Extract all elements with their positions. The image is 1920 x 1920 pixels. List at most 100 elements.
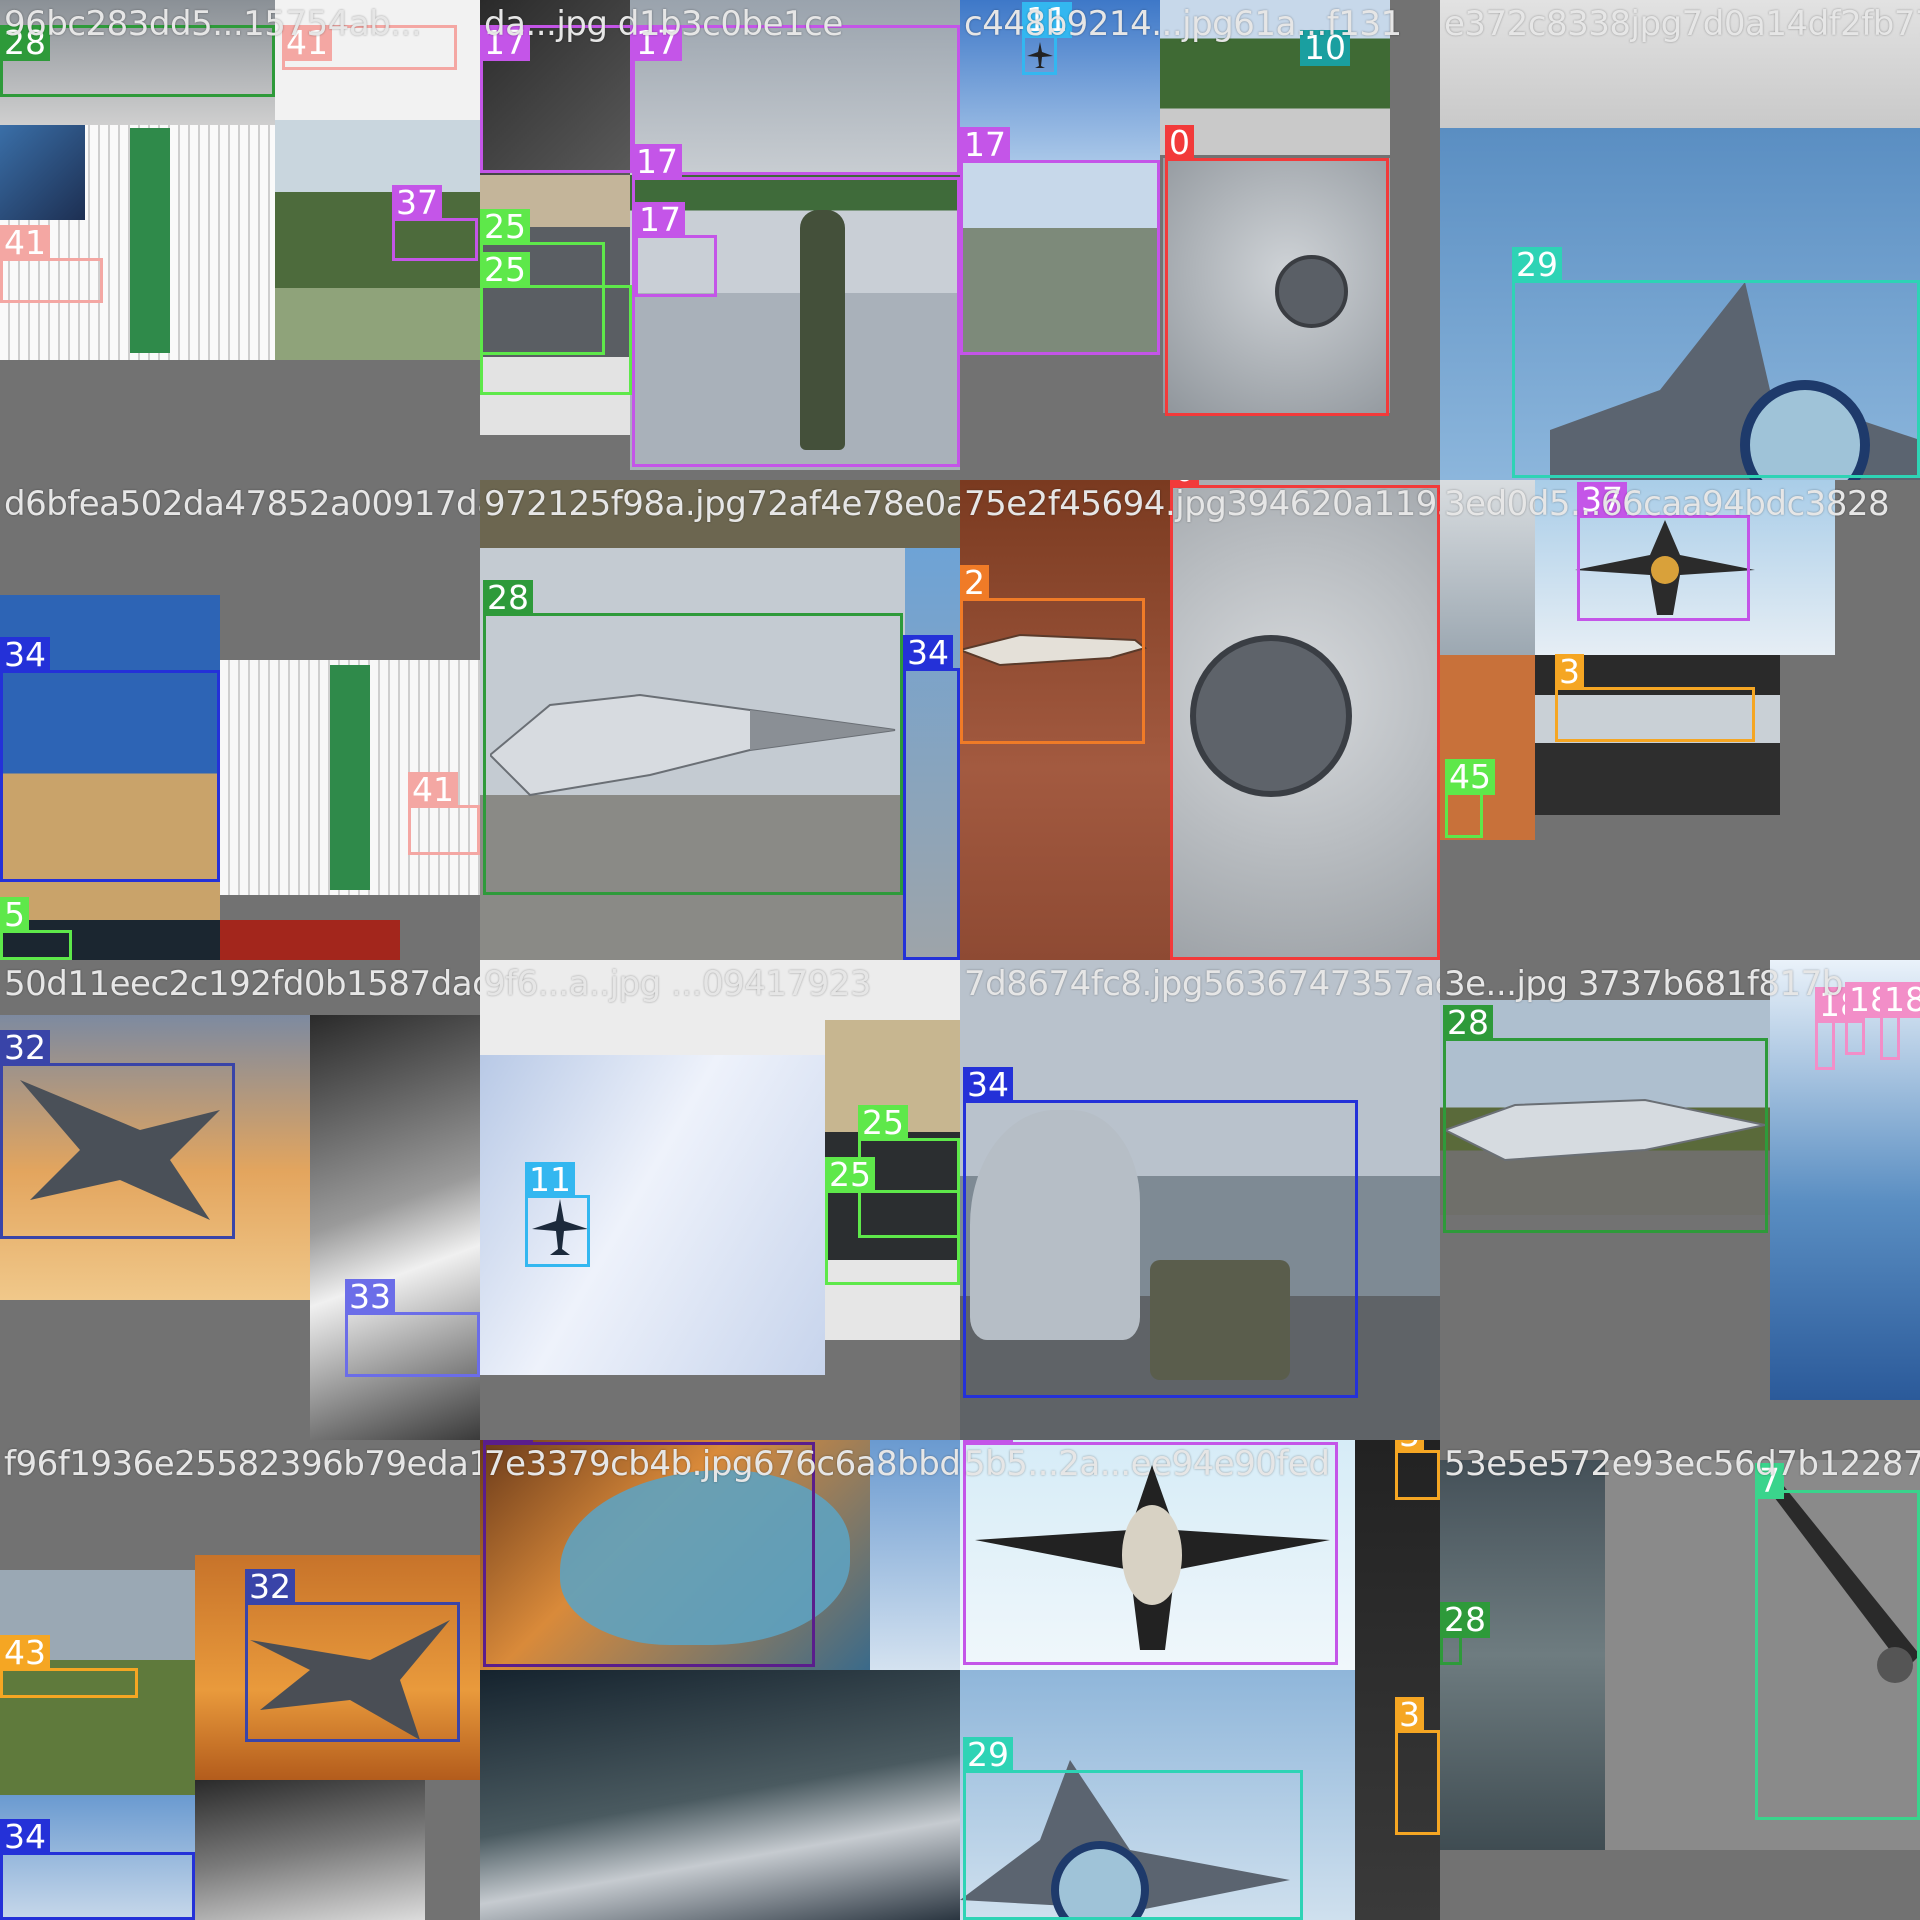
detection-box: 25	[480, 252, 632, 395]
tile-filename: 96bc283dd5...15754ab...	[4, 4, 422, 44]
detection-box: 17	[480, 25, 633, 173]
detection-box: 3	[1395, 1697, 1440, 1835]
detection-box: 18	[1845, 982, 1895, 1055]
class-label: 25	[480, 252, 530, 288]
detection-box: 34	[0, 637, 220, 882]
tile-filename: 7d8674fc8.jpg5636747357ae8	[964, 964, 1440, 1004]
class-label: 41	[0, 225, 50, 261]
mountain-photo	[195, 1780, 425, 1920]
class-label: 34	[963, 1067, 1013, 1103]
cockpit-photo	[1355, 1440, 1440, 1920]
tile-filename: 7e3379cb4b.jpg676c6a8bbd9	[484, 1444, 960, 1484]
tile-filename: 53e5e572e93ec56d7b122870	[1444, 1444, 1920, 1484]
tile-filename: 5b5...2a...ee94e90fed	[964, 1444, 1330, 1484]
class-label: 28	[1443, 1005, 1493, 1041]
mosaic-tile-7: 75e2f45694.jpg394620a1193 2 0	[960, 480, 1440, 960]
detection-box: 34	[903, 635, 960, 960]
mosaic-tile-16: 53e5e572e93ec56d7b122870 7 28	[1440, 1440, 1920, 1920]
class-label: 28	[483, 580, 533, 616]
class-label: 17	[632, 144, 682, 180]
dark-sky-photo	[1440, 1460, 1605, 1850]
tile-filename: 3e...jpg 3737b681f817b	[1444, 964, 1843, 1004]
class-label: 3	[1395, 1440, 1424, 1453]
class-label: 43	[0, 1635, 50, 1671]
class-label: 32	[0, 1030, 50, 1066]
detection-box: 17	[635, 202, 717, 297]
tile-filename: f96f1936e25582396b79eda1	[4, 1444, 480, 1484]
detection-box: 0	[1170, 480, 1440, 960]
mosaic-tile-2: da...jpg d1b3c0be1ce 17 17 17 17 25 25	[480, 0, 960, 480]
class-label: 32	[245, 1569, 295, 1605]
mosaic-tile-9: 50d11eec2c192fd0b1587dac 32 33	[0, 960, 480, 1440]
mosaic-tile-4: e372c8338jpg7d0a14df2fb77 29	[1440, 0, 1920, 480]
class-label: 17	[635, 202, 685, 238]
tile-filename: 9f6...a..jpg ...09417923	[484, 964, 872, 1004]
detection-box: 17	[960, 127, 1160, 355]
class-label: 11	[525, 1162, 575, 1198]
class-label: 34	[0, 1819, 50, 1855]
detection-box: 29	[963, 1737, 1303, 1920]
tile-filename: 50d11eec2c192fd0b1587dac	[4, 964, 480, 1004]
detection-box: 37	[1577, 482, 1750, 621]
detection-box: 2	[960, 565, 1145, 744]
class-label: 2	[960, 565, 989, 601]
detection-box: 41	[408, 772, 480, 855]
mosaic-tile-14: 7e3379cb4b.jpg676c6a8bbd9 36	[480, 1440, 960, 1920]
class-label: 34	[0, 637, 50, 673]
detection-box: 43	[0, 1635, 138, 1698]
mosaic-tile-12: 3e...jpg 3737b681f817b 28 18 18 18	[1440, 960, 1920, 1440]
tile-filename: 75e2f45694.jpg394620a1193	[964, 484, 1440, 524]
class-label: 29	[963, 1737, 1013, 1773]
mosaic-tile-6: 972125f98a.jpg72af4e78e0a1 28 34	[480, 480, 960, 960]
class-label: 5	[0, 897, 29, 933]
class-label: 28	[1440, 1602, 1490, 1638]
class-label: 34	[903, 635, 953, 671]
class-label: 17	[960, 127, 1010, 163]
detection-box: 34	[0, 1819, 195, 1920]
detection-box: 5	[0, 897, 72, 960]
mosaic-tile-8: 3ed0d5...66caa94bdc3828 37 3 45	[1440, 480, 1920, 960]
detection-box: 7	[1755, 1463, 1920, 1820]
mosaic-tile-13: f96f1936e25582396b79eda1 43 32 34	[0, 1440, 480, 1920]
mountain-photo	[480, 1670, 960, 1920]
magazine-cover	[0, 125, 85, 220]
class-label: 25	[480, 209, 530, 245]
tile-filename: d6bfea502da47852a00917d8	[4, 484, 480, 524]
class-label: 25	[825, 1157, 875, 1193]
class-label: 29	[1512, 247, 1562, 283]
detection-box: 45	[1445, 759, 1495, 838]
class-label: 41	[408, 772, 458, 808]
detection-box: 29	[1512, 247, 1920, 478]
detection-box: 32	[0, 1030, 235, 1239]
class-label: 25	[858, 1105, 908, 1141]
class-label: 0	[1165, 125, 1194, 161]
detection-box: 41	[0, 225, 103, 303]
class-label: 3	[1555, 654, 1584, 690]
detection-box: 3	[1555, 654, 1755, 742]
detection-box: 37	[392, 185, 478, 261]
mosaic-tile-11: 7d8674fc8.jpg5636747357ae8 34	[960, 960, 1440, 1440]
newspaper-heading-strip	[330, 665, 370, 890]
class-label: 33	[345, 1279, 395, 1315]
mosaic-tile-15: 5b5...2a...ee94e90fed 37 3 3 29	[960, 1440, 1440, 1920]
detection-box: 28	[483, 580, 903, 895]
tile-filename: 3ed0d5...66caa94bdc3828	[1444, 484, 1890, 524]
tile-filename: da...jpg d1b3c0be1ce	[484, 4, 843, 44]
mosaic-tile-3: c448b9214...jpg61a...f131 11 10 17 0	[960, 0, 1440, 480]
detection-box: 28	[1443, 1005, 1768, 1233]
newspaper-heading-strip	[130, 128, 170, 353]
mosaic-tile-10: 9f6...a..jpg ...09417923 11 25 25	[480, 960, 960, 1440]
class-label: 37	[392, 185, 442, 221]
detection-box: 3	[1395, 1440, 1440, 1500]
mosaic-tile-1: 96bc283dd5...15754ab... 28 41 41 37	[0, 0, 480, 480]
detection-box: 18	[1880, 982, 1920, 1060]
detection-box: 34	[963, 1067, 1358, 1398]
class-label: 45	[1445, 759, 1495, 795]
detection-box: 32	[245, 1569, 460, 1742]
detection-box: 11	[525, 1162, 590, 1267]
tile-filename: 972125f98a.jpg72af4e78e0a1	[484, 484, 960, 524]
class-label: 3	[1395, 1697, 1424, 1733]
detection-box: 18	[1815, 987, 1865, 1070]
detection-box: 33	[345, 1279, 480, 1377]
mosaic-tile-5: d6bfea502da47852a00917d8 34 41 5	[0, 480, 480, 960]
